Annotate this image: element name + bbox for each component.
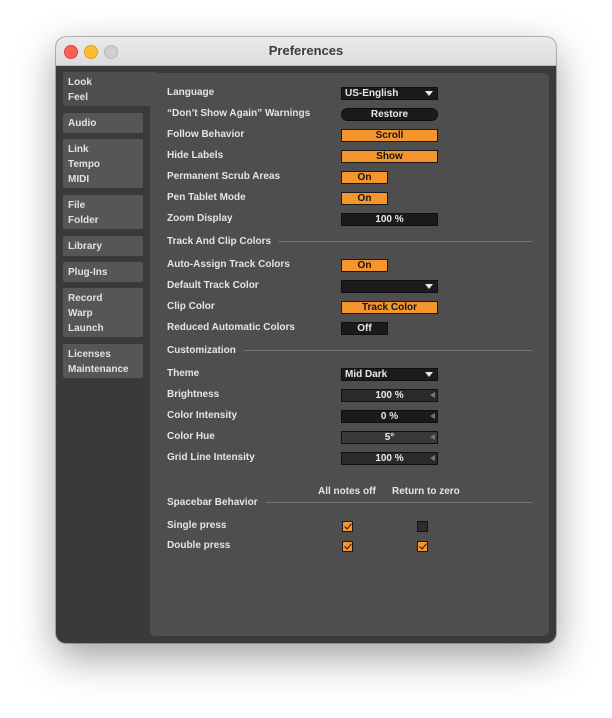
- title-bar: Preferences: [56, 37, 556, 66]
- restore-warnings-button[interactable]: Restore: [341, 108, 438, 121]
- tab-label-line: Look: [68, 77, 92, 88]
- grid-intensity-label: Grid Line Intensity: [167, 452, 255, 463]
- auto-assign-toggle[interactable]: On: [341, 259, 388, 272]
- customization-heading: Customization: [167, 345, 236, 356]
- color-hue-value: 5°: [384, 432, 395, 443]
- look-feel-panel: Language US-English “Don’t Show Again” W…: [150, 73, 549, 636]
- warnings-label: “Don’t Show Again” Warnings: [167, 108, 311, 119]
- track-colors-heading: Track And Clip Colors: [167, 236, 272, 247]
- color-intensity-label: Color Intensity: [167, 410, 238, 421]
- color-intensity-value: 0 %: [380, 411, 399, 422]
- follow-behavior-toggle[interactable]: Scroll: [341, 129, 438, 142]
- clip-color-label: Clip Color: [167, 301, 215, 312]
- auto-assign-label: Auto-Assign Track Colors: [167, 259, 290, 270]
- slider-arrow-icon: [430, 434, 435, 440]
- default-track-color-label: Default Track Color: [167, 280, 259, 291]
- window-title: Preferences: [268, 43, 344, 58]
- section-divider: [278, 241, 532, 242]
- tab-label-line: Audio: [68, 118, 97, 129]
- double-press-label: Double press: [167, 540, 231, 551]
- tab-record-warp-launch[interactable]: Record Warp Launch: [63, 288, 143, 337]
- chevron-down-icon: [425, 372, 433, 377]
- tab-look-feel[interactable]: Look Feel: [63, 72, 157, 106]
- scrub-areas-toggle[interactable]: On: [341, 171, 388, 184]
- tab-label-line: Warp: [68, 308, 93, 319]
- grid-intensity-slider[interactable]: 100 %: [341, 452, 438, 465]
- color-hue-slider[interactable]: 5°: [341, 431, 438, 444]
- spacebar-behavior-heading: Spacebar Behavior: [167, 497, 258, 508]
- preferences-window: Preferences Look Feel Audio Link Tempo M…: [56, 37, 556, 643]
- hide-labels-toggle[interactable]: Show: [341, 150, 438, 163]
- double-press-all-notes-off-checkbox[interactable]: [342, 541, 353, 552]
- tab-label-line: Record: [68, 293, 103, 304]
- tab-audio[interactable]: Audio: [63, 113, 143, 133]
- tab-link-tempo-midi[interactable]: Link Tempo MIDI: [63, 139, 143, 188]
- language-label: Language: [167, 87, 215, 98]
- tab-label-line: Library: [68, 241, 102, 252]
- tab-label-line: Folder: [68, 215, 99, 226]
- section-divider: [266, 502, 532, 503]
- theme-dropdown[interactable]: Mid Dark: [341, 368, 438, 381]
- tab-library[interactable]: Library: [63, 236, 143, 256]
- column-header-all-notes-off: All notes off: [318, 486, 376, 497]
- language-value: US-English: [345, 88, 399, 99]
- slider-arrow-icon: [430, 455, 435, 461]
- color-hue-label: Color Hue: [167, 431, 215, 442]
- brightness-value: 100 %: [375, 390, 404, 401]
- tab-label-line: Tempo: [68, 159, 101, 170]
- scrub-areas-label: Permanent Scrub Areas: [167, 171, 281, 182]
- slider-arrow-icon: [430, 413, 435, 419]
- chevron-down-icon: [425, 91, 433, 96]
- tab-licenses-maintenance[interactable]: Licenses Maintenance: [63, 344, 143, 378]
- grid-intensity-value: 100 %: [375, 453, 404, 464]
- slider-arrow-icon: [430, 392, 435, 398]
- single-press-return-to-zero-checkbox[interactable]: [417, 521, 428, 532]
- default-track-color-dropdown[interactable]: [341, 280, 438, 293]
- tab-label-line: MIDI: [68, 174, 90, 185]
- tab-label-line: Plug-Ins: [68, 267, 108, 278]
- language-dropdown[interactable]: US-English: [341, 87, 438, 100]
- pen-tablet-label: Pen Tablet Mode: [167, 192, 246, 203]
- reduced-colors-toggle[interactable]: Off: [341, 322, 388, 335]
- theme-value: Mid Dark: [345, 369, 388, 380]
- tab-file-folder[interactable]: File Folder: [63, 195, 143, 229]
- column-header-return-to-zero: Return to zero: [392, 486, 460, 497]
- single-press-all-notes-off-checkbox[interactable]: [342, 521, 353, 532]
- section-divider: [244, 350, 532, 351]
- brightness-slider[interactable]: 100 %: [341, 389, 438, 402]
- brightness-label: Brightness: [167, 389, 220, 400]
- follow-behavior-label: Follow Behavior: [167, 129, 245, 140]
- tab-label-line: Link: [68, 144, 89, 155]
- hide-labels-label: Hide Labels: [167, 150, 224, 161]
- tab-label-line: File: [68, 200, 86, 211]
- zoom-display-field[interactable]: 100 %: [341, 213, 438, 226]
- clip-color-toggle[interactable]: Track Color: [341, 301, 438, 314]
- tab-label-line: Launch: [68, 323, 104, 334]
- pen-tablet-toggle[interactable]: On: [341, 192, 388, 205]
- tab-label-line: Feel: [68, 92, 89, 103]
- single-press-label: Single press: [167, 520, 227, 531]
- zoom-display-label: Zoom Display: [167, 213, 233, 224]
- reduced-colors-label: Reduced Automatic Colors: [167, 322, 295, 333]
- theme-label: Theme: [167, 368, 200, 379]
- chevron-down-icon: [425, 284, 433, 289]
- tab-label-line: Maintenance: [68, 364, 129, 375]
- tab-plug-ins[interactable]: Plug-Ins: [63, 262, 143, 282]
- double-press-return-to-zero-checkbox[interactable]: [417, 541, 428, 552]
- color-intensity-slider[interactable]: 0 %: [341, 410, 438, 423]
- tab-label-line: Licenses: [68, 349, 111, 360]
